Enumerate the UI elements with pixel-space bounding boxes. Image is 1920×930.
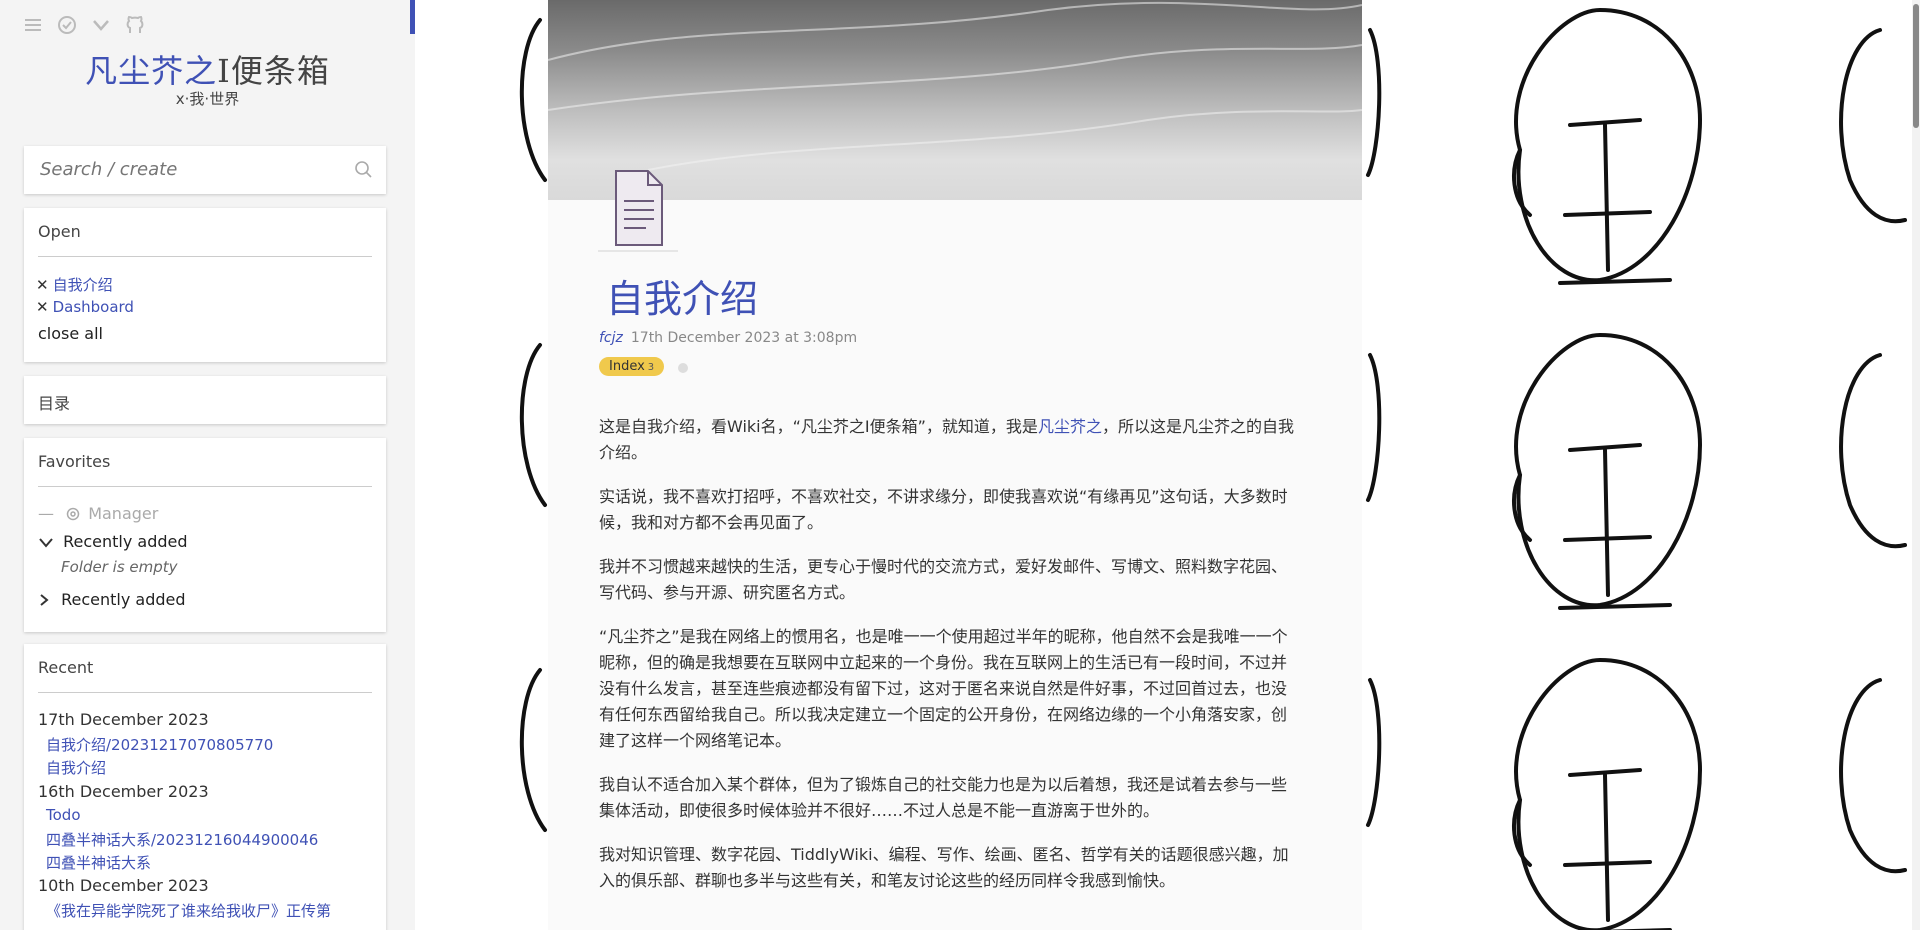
- chevron-down-icon[interactable]: [38, 534, 54, 553]
- search-icon[interactable]: [354, 160, 374, 184]
- paragraph: 实话说，我不喜欢打招呼，不喜欢社交，不讲求缘分，即使我喜欢说“有缘再见”这句话，…: [599, 487, 1288, 532]
- check-circle-icon[interactable]: [56, 14, 80, 38]
- open-item[interactable]: ✕ Dashboard: [36, 298, 134, 316]
- search-box: [24, 146, 386, 194]
- close-all-button[interactable]: close all: [38, 324, 103, 343]
- paragraph: 这是自我介绍，看Wiki名，“凡尘芥之I便条箱”，就知道，我是凡尘芥之，所以这是…: [599, 414, 1299, 466]
- divider: [38, 486, 372, 487]
- recent-heading: Recent: [38, 658, 94, 677]
- chevron-right-icon[interactable]: [38, 592, 50, 611]
- favorites-folder[interactable]: Recently added: [38, 590, 186, 611]
- recent-link[interactable]: 《我在异能学院死了谁来给我收尸》正传第: [46, 900, 331, 921]
- favorites-panel: Favorites — Manager Recently added Folde…: [24, 438, 386, 632]
- open-heading: Open: [38, 222, 81, 241]
- recent-link[interactable]: Todo: [46, 806, 81, 824]
- paragraph: 我并不习惯越来越快的生活，更专心于慢时代的交流方式，爱好发邮件、写博文、照料数字…: [599, 557, 1288, 602]
- open-panel: Open ✕ 自我介绍 ✕ Dashboard close all: [24, 208, 386, 362]
- recent-date: 16th December 2023: [38, 782, 209, 801]
- tiddler-title: 自我介绍: [606, 277, 759, 321]
- sidebar-toolbar: [22, 14, 148, 38]
- paragraph: “凡尘芥之”是我在网络上的惯用名，也是唯一一个使用超过半年的昵称，他自然不会是我…: [599, 627, 1288, 750]
- scrollbar-thumb[interactable]: [1913, 4, 1919, 128]
- tag-count: 3: [647, 362, 655, 373]
- tag-pill[interactable]: Index 3: [599, 357, 665, 376]
- site-subtitle: x·我·世界: [175, 90, 240, 108]
- divider: [38, 256, 372, 257]
- sidebar: 凡尘芥之I便条箱 x·我·世界 Open ✕自我介绍 ✕Dashboard cl…: [0, 0, 415, 930]
- tiddler-date: 17th December 2023 at 3:08pm: [630, 330, 858, 346]
- open-item[interactable]: ✕ 自我介绍: [36, 274, 113, 295]
- open-item-label[interactable]: Dashboard: [53, 298, 134, 316]
- site-title-rest[interactable]: I便条箱: [217, 52, 330, 90]
- menu-icon[interactable]: [22, 14, 46, 38]
- text: 这是自我介绍，看Wiki名，“凡尘芥之I便条箱”，就知道，我是: [599, 417, 1038, 436]
- favorites-folder[interactable]: Recently added: [38, 532, 188, 553]
- manager-label[interactable]: Manager: [88, 504, 158, 523]
- favorites-heading: Favorites: [38, 452, 111, 471]
- folder-label[interactable]: Recently added: [61, 590, 185, 609]
- recent-date: 17th December 2023: [38, 710, 209, 729]
- chevron-down-icon[interactable]: [90, 14, 114, 38]
- tiddler-body: 这是自我介绍，看Wiki名，“凡尘芥之I便条箱”，就知道，我是凡尘芥之，所以这是…: [599, 414, 1299, 912]
- tiddler-meta: fcjz 17th December 2023 at 3:08pm: [599, 330, 857, 346]
- favorites-manager[interactable]: — Manager: [38, 504, 158, 526]
- recent-link[interactable]: 自我介绍/20231217070805770: [46, 734, 273, 755]
- folder-empty-text: Folder is empty: [61, 558, 178, 576]
- divider: [38, 692, 372, 693]
- gear-icon: [65, 506, 81, 526]
- recent-panel: Recent 17th December 2023 自我介绍/202312170…: [24, 644, 386, 930]
- wiki-link[interactable]: 凡尘芥之: [1038, 417, 1102, 436]
- sidebar-accent-bar: [410, 0, 415, 34]
- site-title[interactable]: 凡尘芥之I便条箱: [0, 46, 415, 92]
- close-icon[interactable]: ✕: [36, 276, 49, 294]
- search-input[interactable]: [38, 158, 342, 181]
- tiddler-author[interactable]: fcjz: [599, 330, 623, 346]
- toc-heading[interactable]: 目录: [38, 390, 70, 414]
- page-scrollbar[interactable]: [1912, 0, 1920, 930]
- toc-panel[interactable]: 目录: [24, 376, 386, 424]
- folder-label[interactable]: Recently added: [63, 532, 187, 551]
- site-title-main[interactable]: 凡尘芥之: [85, 52, 217, 90]
- recent-link[interactable]: 自我介绍: [46, 757, 106, 778]
- close-icon[interactable]: ✕: [36, 298, 49, 316]
- recent-link[interactable]: 四叠半神话大系: [46, 852, 151, 873]
- tag-label[interactable]: Index: [609, 359, 645, 374]
- paragraph: 我对知识管理、数字花园、TiddlyWiki、编程、写作、绘画、匿名、哲学有关的…: [599, 845, 1289, 890]
- recent-date: 10th December 2023: [38, 876, 209, 895]
- paragraph: 我自认不适合加入某个群体，但为了锻炼自己的社交能力也是为以后着想，我还是试着去参…: [599, 775, 1288, 820]
- open-item-label[interactable]: 自我介绍: [53, 276, 113, 294]
- manager-prefix: —: [38, 504, 54, 523]
- tiddler: 自我介绍 fcjz 17th December 2023 at 3:08pm In…: [548, 0, 1362, 930]
- document-icon: [598, 165, 678, 257]
- add-tag-dot[interactable]: [678, 363, 688, 373]
- recent-link[interactable]: 四叠半神话大系/20231216044900046: [46, 829, 318, 850]
- github-icon[interactable]: [124, 14, 148, 38]
